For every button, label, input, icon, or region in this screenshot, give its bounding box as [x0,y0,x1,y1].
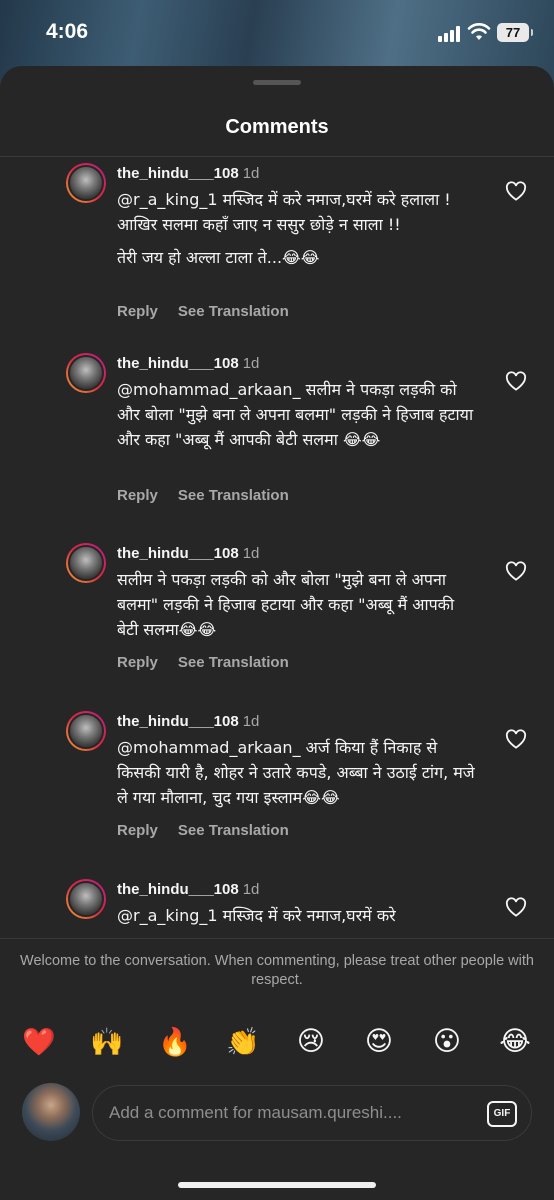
comments-list[interactable]: the_hindu___108 1d @r_a_king_1 मस्जिद में… [0,157,554,938]
like-heart-icon[interactable] [505,897,527,917]
emoji-heart-button[interactable]: ❤️ [19,1026,59,1058]
home-indicator[interactable] [178,1182,376,1188]
cellular-signal-icon [438,26,464,42]
quick-emoji-bar: ❤️ 🙌 🔥 👏 😢 😍 😮 😂 [0,1026,554,1066]
reply-button[interactable]: Reply [117,654,158,671]
comment-composer: Add a comment for mausam.qureshi.... GIF [0,1080,554,1150]
comment-text: @mohammad_arkaan_ अर्ज किया हैं निकाह से… [117,738,475,807]
comment-username[interactable]: the_hindu___108 [117,713,239,730]
sheet-grabber[interactable] [253,80,301,85]
avatar[interactable] [66,353,106,393]
comment-username[interactable]: the_hindu___108 [117,881,239,898]
comment-username[interactable]: the_hindu___108 [117,355,239,372]
emoji-fire-button[interactable]: 🔥 [155,1026,195,1058]
comment-input-placeholder: Add a comment for mausam.qureshi.... [109,1103,402,1122]
emoji-clap-button[interactable]: 👏 [223,1026,263,1058]
reply-button[interactable]: Reply [117,303,158,320]
comment-text: @r_a_king_1 मस्जिद में करे नमाज,घरमें कर… [117,190,451,267]
comment-item: the_hindu___108 1d @r_a_king_1 मस्जिद में… [0,877,554,938]
emoji-joy-button[interactable]: 😂 [495,1026,535,1057]
comment-time: 1d [242,881,260,898]
comment-time: 1d [242,355,260,372]
comment-text: सलीम ने पकड़ा लड़की को और बोला "मुझे बना… [117,570,455,639]
emoji-raised-hands-button[interactable]: 🙌 [87,1026,127,1058]
avatar[interactable] [66,711,106,751]
emoji-crying-button[interactable]: 😢 [291,1026,331,1057]
comment-item: the_hindu___108 1d @r_a_king_1 मस्जिद में… [0,161,554,341]
sheet-title: Comments [225,116,329,138]
avatar [22,1083,80,1141]
see-translation-button[interactable]: See Translation [178,822,289,839]
like-heart-icon[interactable] [505,729,527,749]
avatar[interactable] [66,879,106,919]
comment-username[interactable]: the_hindu___108 [117,545,239,562]
avatar[interactable] [66,543,106,583]
comment-username[interactable]: the_hindu___108 [117,165,239,182]
comment-time: 1d [242,713,260,730]
status-bar: 4:06 77 [0,0,554,66]
battery-icon: 77 [497,23,533,42]
wifi-icon [467,23,491,40]
see-translation-button[interactable]: See Translation [178,654,289,671]
comment-item: the_hindu___108 1d @mohammad_arkaan_ सलीम… [0,351,554,521]
reply-button[interactable]: Reply [117,487,158,504]
like-heart-icon[interactable] [505,561,527,581]
like-heart-icon[interactable] [505,371,527,391]
like-heart-icon[interactable] [505,181,527,201]
comment-item: the_hindu___108 1d सलीम ने पकड़ा लड़की को… [0,541,554,691]
gif-button[interactable]: GIF [487,1101,517,1127]
emoji-heart-eyes-button[interactable]: 😍 [359,1026,399,1057]
see-translation-button[interactable]: See Translation [178,303,289,320]
comment-time: 1d [242,165,260,182]
comments-sheet: Comments the_hindu___108 1d @r_a_king_1 म… [0,66,554,1200]
avatar[interactable] [66,163,106,203]
reply-button[interactable]: Reply [117,822,158,839]
see-translation-button[interactable]: See Translation [178,487,289,504]
comment-time: 1d [242,545,260,562]
comment-item: the_hindu___108 1d @mohammad_arkaan_ अर्ज… [0,709,554,859]
comment-text: @r_a_king_1 मस्जिद में करे नमाज,घरमें कर… [117,906,396,925]
status-time: 4:06 [46,20,89,43]
welcome-notice: Welcome to the conversation. When commen… [0,938,554,990]
comment-input[interactable]: Add a comment for mausam.qureshi.... GIF [92,1085,532,1141]
comment-text: @mohammad_arkaan_ सलीम ने पकड़ा लड़की को… [117,380,474,449]
emoji-surprised-button[interactable]: 😮 [427,1026,467,1057]
